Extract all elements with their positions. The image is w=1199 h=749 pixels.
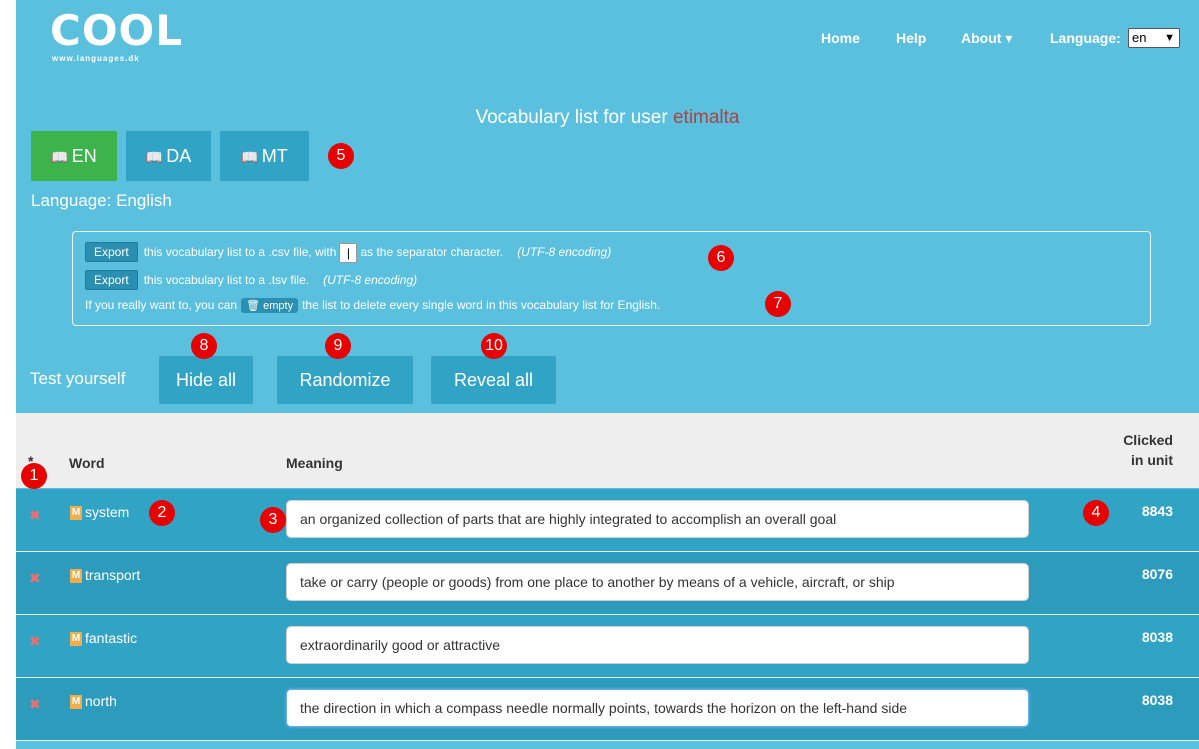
column-header-word[interactable]: Word	[69, 455, 105, 471]
nav-help-link[interactable]: Help	[896, 30, 926, 46]
annotation-marker-2: 2	[149, 500, 175, 526]
export-tsv-button[interactable]: Export	[85, 270, 138, 290]
empty-list-row: If you really want to, you can 🗑 empty the…	[85, 298, 660, 313]
clicked-unit-cell: 8038	[1141, 692, 1173, 708]
cool-logo[interactable]: COOL www.languages.dk	[50, 6, 183, 68]
export-csv-text-after: as the separator character.	[360, 245, 504, 259]
word-cell: north	[85, 693, 117, 709]
export-csv-button[interactable]: Export	[85, 242, 138, 262]
current-language-label: Language: English	[31, 191, 172, 210]
delete-icon[interactable]: ✖	[29, 633, 41, 650]
m-icon[interactable]: M	[70, 632, 82, 646]
word-cell: system	[85, 504, 130, 520]
table-row: ✖ M system an organized collection of pa…	[16, 489, 1199, 552]
export-tsv-encoding: (UTF-8 encoding)	[323, 273, 418, 287]
m-icon[interactable]: M	[70, 506, 82, 520]
annotation-marker-5: 5	[328, 143, 354, 169]
chevron-down-icon: ▼	[1164, 32, 1175, 44]
column-header-clicked-line2: in unit	[1131, 452, 1173, 468]
book-icon: 📖	[51, 149, 69, 165]
column-header-clicked[interactable]: Clicked in unit	[1093, 430, 1173, 470]
m-icon[interactable]: M	[70, 695, 82, 709]
word-cell: transport	[85, 567, 141, 583]
column-header-clicked-line1: Clicked	[1123, 432, 1173, 448]
word-cell: fantastic	[85, 630, 138, 646]
table-header: * Word Meaning Clicked in unit	[16, 413, 1199, 488]
export-panel: Export this vocabulary list to a .csv fil…	[72, 231, 1151, 326]
language-button-label: MT	[261, 146, 288, 166]
separator-input[interactable]: |	[339, 242, 358, 263]
nav-language-label: Language:	[1050, 30, 1121, 46]
annotation-marker-8: 8	[191, 333, 217, 359]
annotation-marker-6: 6	[708, 245, 734, 271]
meaning-input[interactable]: an organized collection of parts that ar…	[286, 500, 1029, 538]
annotation-marker-4: 4	[1083, 500, 1109, 526]
delete-icon[interactable]: ✖	[29, 696, 41, 713]
table-row: ✖ M transport take or carry (people or g…	[16, 552, 1199, 615]
empty-list-button[interactable]: 🗑 empty	[241, 298, 299, 313]
language-button-da[interactable]: 📖 DA	[126, 131, 211, 181]
clicked-unit-cell: 8076	[1141, 566, 1173, 582]
export-csv-row: Export this vocabulary list to a .csv fil…	[85, 242, 611, 263]
language-select-value: en	[1132, 30, 1147, 45]
export-tsv-row: Export this vocabulary list to a .tsv fil…	[85, 270, 417, 290]
delete-icon[interactable]: ✖	[29, 507, 41, 524]
book-icon: 📖	[145, 149, 164, 165]
hide-all-button[interactable]: Hide all	[159, 356, 253, 404]
randomize-button[interactable]: Randomize	[277, 356, 413, 404]
page-title-prefix: Vocabulary list for user	[475, 107, 673, 128]
clicked-unit-cell: 8038	[1141, 629, 1173, 645]
logo-text: COOL	[50, 6, 183, 55]
table-row: ✖ M fantastic extraordinarily good or at…	[16, 615, 1199, 678]
logo-subtitle: www.languages.dk	[52, 54, 140, 63]
annotation-marker-7: 7	[765, 291, 791, 317]
test-yourself-label: Test yourself	[30, 369, 126, 388]
column-header-meaning[interactable]: Meaning	[286, 455, 343, 471]
empty-text-before: If you really want to, you can	[85, 298, 238, 312]
language-button-en[interactable]: 📖 EN	[31, 131, 117, 181]
export-tsv-text: this vocabulary list to a .tsv file.	[143, 273, 310, 287]
page-title: Vocabulary list for user etimalta	[16, 107, 1199, 129]
annotation-marker-1: 1	[21, 463, 47, 489]
meaning-input[interactable]: extraordinarily good or attractive	[286, 626, 1029, 664]
annotation-marker-9: 9	[325, 333, 351, 359]
meaning-input[interactable]: the direction in which a compass needle …	[286, 689, 1029, 727]
language-button-mt[interactable]: 📖 MT	[220, 131, 309, 181]
language-button-label: EN	[71, 146, 97, 166]
nav-about-dropdown[interactable]: About ▾	[961, 30, 1012, 47]
delete-icon[interactable]: ✖	[29, 570, 41, 587]
m-icon[interactable]: M	[70, 569, 82, 583]
annotation-marker-10: 10	[481, 333, 507, 359]
reveal-all-button[interactable]: Reveal all	[431, 356, 556, 404]
page-title-user: etimalta	[672, 107, 740, 128]
nav-home-link[interactable]: Home	[821, 30, 860, 46]
app-window: COOL www.languages.dk Home Help About ▾ …	[16, 0, 1199, 749]
meaning-input[interactable]: take or carry (people or goods) from one…	[286, 563, 1029, 601]
book-icon: 📖	[241, 149, 259, 165]
annotation-marker-3: 3	[260, 507, 286, 533]
language-button-label: DA	[166, 146, 192, 166]
table-row: ✖ M north the direction in which a compa…	[16, 678, 1199, 741]
language-select[interactable]: en ▼	[1128, 28, 1180, 48]
export-csv-text: this vocabulary list to a .csv file, wit…	[143, 245, 337, 259]
empty-text-after: the list to delete every single word in …	[302, 298, 661, 312]
export-csv-encoding: (UTF-8 encoding)	[517, 245, 612, 259]
